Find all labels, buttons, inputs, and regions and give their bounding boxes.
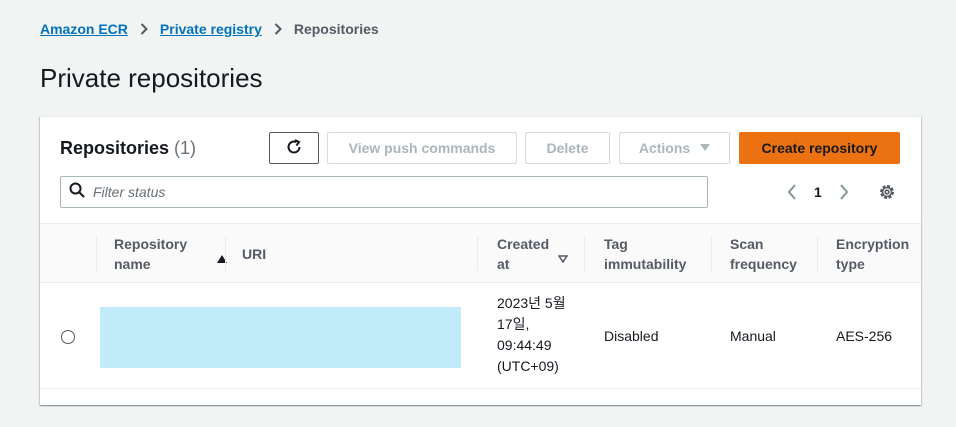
chevron-right-icon xyxy=(274,23,282,35)
table-row[interactable]: 2023년 5월 17일, 09:44:49 (UTC+09) Disabled… xyxy=(40,283,921,389)
pagination: 1 xyxy=(784,181,852,203)
create-repository-button[interactable]: Create repository xyxy=(739,132,900,164)
sort-descending-icon xyxy=(557,248,569,268)
refresh-icon xyxy=(286,138,302,158)
refresh-button[interactable] xyxy=(269,132,319,164)
filter-search xyxy=(60,176,708,208)
gear-icon[interactable] xyxy=(878,183,896,201)
panel-title: Repositories (1) xyxy=(60,137,196,159)
row-select-radio[interactable] xyxy=(61,330,75,344)
column-divider xyxy=(817,236,818,271)
page-title: Private repositories xyxy=(40,63,263,93)
column-divider xyxy=(584,236,585,271)
view-push-commands-button[interactable]: View push commands xyxy=(327,132,517,164)
repository-count: (1) xyxy=(174,138,197,158)
cell-created-at: 2023년 5월 17일, 09:44:49 (UTC+09) xyxy=(497,295,566,374)
cell-scan-frequency: Manual xyxy=(730,328,776,344)
next-page-icon[interactable] xyxy=(836,184,852,200)
panel-title-text: Repositories xyxy=(60,138,170,158)
breadcrumb-private-registry[interactable]: Private registry xyxy=(160,21,262,37)
prev-page-icon[interactable] xyxy=(784,184,800,200)
cell-encryption-type: AES-256 xyxy=(836,328,893,344)
column-header-name-label: Repository name xyxy=(114,235,188,272)
column-header-name[interactable]: Repository name xyxy=(96,224,237,283)
actions-label: Actions xyxy=(638,140,691,156)
search-icon xyxy=(69,182,85,203)
column-divider xyxy=(225,236,226,271)
column-header-scan-label: Scan frequency xyxy=(730,235,797,272)
filter-input[interactable] xyxy=(93,184,683,200)
column-header-tag-label: Tag immutability xyxy=(604,235,687,272)
column-divider xyxy=(96,236,97,271)
table-header: Repository name URI Created at Tag immut… xyxy=(40,223,921,283)
column-header-created[interactable]: Created at xyxy=(477,224,578,283)
column-header-uri: URI xyxy=(225,224,476,283)
chevron-right-icon xyxy=(140,23,148,35)
column-header-created-label: Created at xyxy=(497,235,550,272)
caret-down-icon xyxy=(700,143,711,154)
column-divider xyxy=(477,236,478,271)
redacted-name-uri-block xyxy=(100,307,461,368)
column-header-tag-immutability[interactable]: Tag immutability xyxy=(584,224,705,283)
column-header-encryption-label: Encryption type xyxy=(836,235,910,272)
actions-dropdown-button[interactable]: Actions xyxy=(619,132,730,164)
column-divider xyxy=(711,236,712,271)
current-page-number[interactable]: 1 xyxy=(814,184,822,200)
repositories-panel: Repositories (1) View push commands Dele… xyxy=(40,116,921,405)
breadcrumb-current: Repositories xyxy=(293,21,379,37)
cell-tag-immutability: Disabled xyxy=(604,328,659,344)
column-header-encryption-type[interactable]: Encryption type xyxy=(817,224,918,283)
breadcrumb: Amazon ECR Private registry Repositories xyxy=(40,19,379,39)
delete-button[interactable]: Delete xyxy=(525,132,610,164)
column-header-scan-frequency[interactable]: Scan frequency xyxy=(711,224,812,283)
column-header-uri-label: URI xyxy=(242,245,267,262)
breadcrumb-amazon-ecr[interactable]: Amazon ECR xyxy=(40,21,128,37)
